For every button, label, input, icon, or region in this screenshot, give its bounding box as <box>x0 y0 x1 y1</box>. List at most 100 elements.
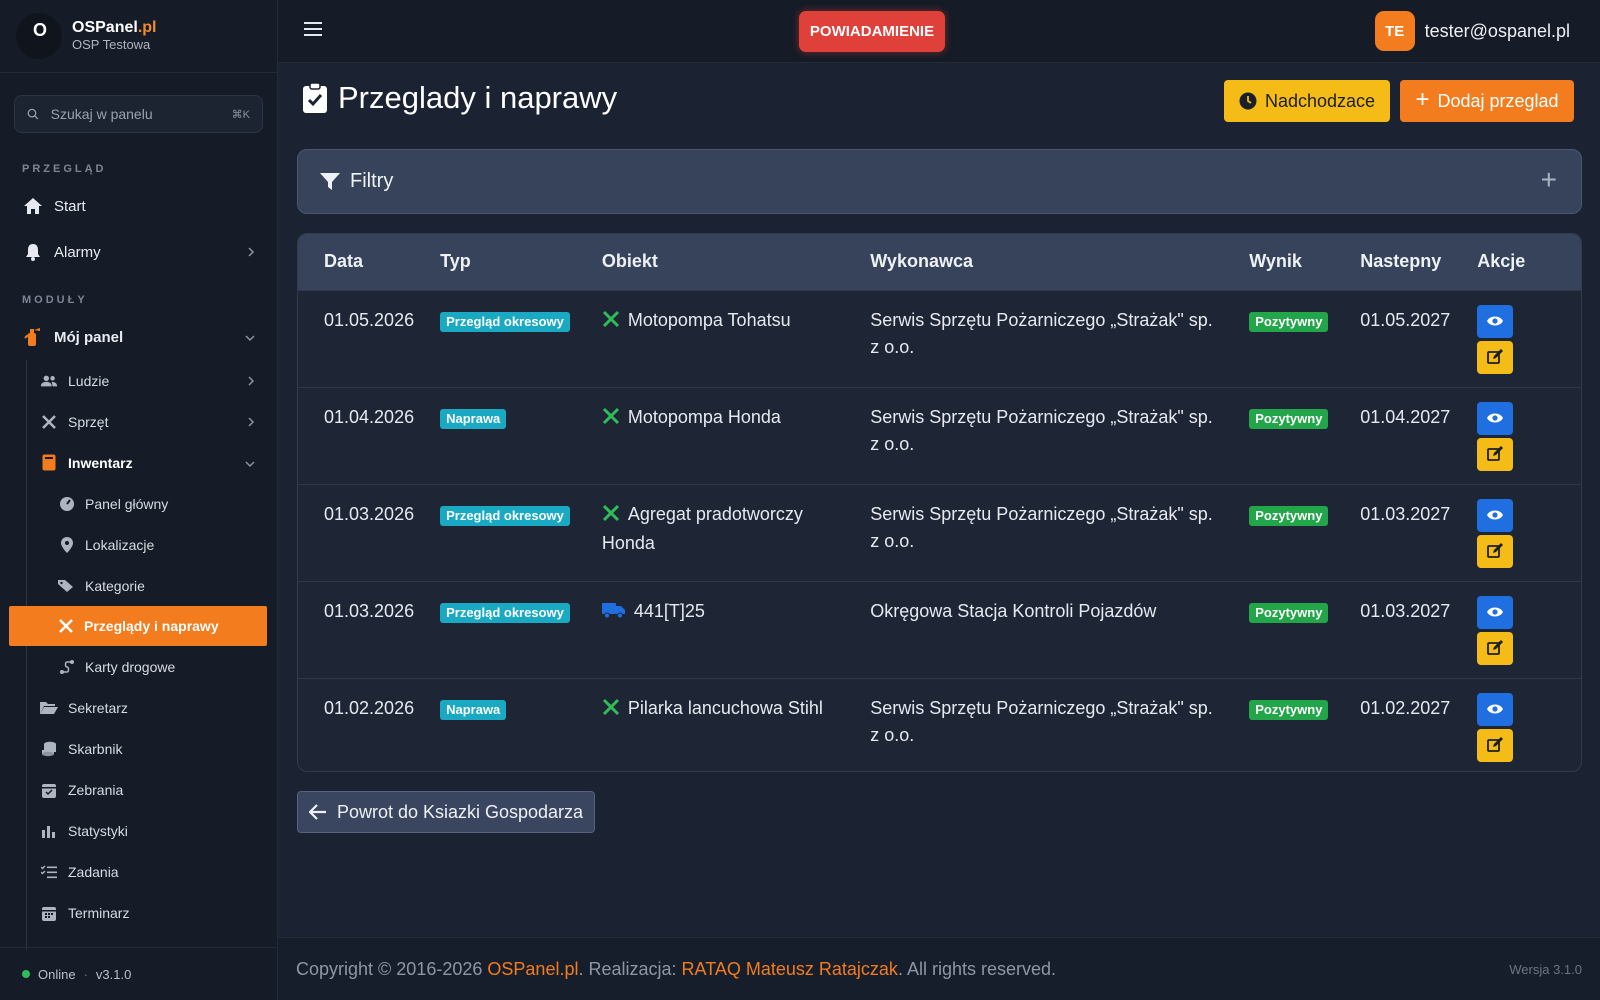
column-header-next[interactable]: Nastepny <box>1334 234 1451 290</box>
search-icon <box>27 108 39 120</box>
cell-object[interactable]: Motopompa Honda <box>576 387 844 484</box>
tools-icon <box>602 503 620 530</box>
sidebar-item-statistics[interactable]: Statystyki <box>0 810 277 851</box>
cell-object[interactable]: Motopompa Tohatsu <box>576 290 844 387</box>
brand-link[interactable]: OSPanel.pl <box>487 959 578 980</box>
column-header-result[interactable]: Wynik <box>1223 234 1334 290</box>
object-name: Pilarka lancuchowa Stihl <box>627 697 823 718</box>
cell-result: Pozytywny <box>1223 290 1334 387</box>
sidebar-item-meetings[interactable]: Zebrania <box>0 769 277 810</box>
upcoming-button[interactable]: Nadchodzace <box>1224 80 1390 122</box>
arrow-left-icon <box>308 804 326 820</box>
edit-button[interactable] <box>1477 534 1514 568</box>
tools-icon <box>602 697 620 724</box>
sidebar-item-equipment[interactable]: Sprzęt <box>0 401 277 442</box>
column-header-object[interactable]: Obiekt <box>576 234 844 290</box>
book-icon <box>40 454 58 471</box>
view-button[interactable] <box>1477 498 1514 532</box>
avatar: TE <box>1374 11 1415 51</box>
edit-button[interactable] <box>1477 728 1514 762</box>
sidebar-item-treasurer[interactable]: Skarbnik <box>0 728 277 769</box>
sidebar-item-label: Zebrania <box>68 781 124 798</box>
edit-button[interactable] <box>1477 631 1514 665</box>
cell-type: Naprawa <box>414 387 576 484</box>
view-button[interactable] <box>1477 304 1514 338</box>
search-box[interactable]: ⌘K <box>14 95 263 133</box>
view-button[interactable] <box>1477 692 1514 726</box>
search-input[interactable] <box>50 106 232 122</box>
sidebar-item-inventory[interactable]: Inwentarz <box>0 442 277 483</box>
sidebar-status: Online · v3.1.0 <box>0 947 278 1000</box>
column-header-type[interactable]: Typ <box>414 234 576 290</box>
cell-actions <box>1451 290 1581 387</box>
cell-result: Pozytywny <box>1223 484 1334 581</box>
realization-text: . Realizacja: <box>578 958 677 979</box>
cell-date: 01.04.2026 <box>324 406 415 427</box>
sidebar-item-my-panel[interactable]: Mój panel <box>0 314 277 360</box>
sidebar-item-alarms[interactable]: Alarmy <box>0 229 277 275</box>
result-badge: Pozytywny <box>1249 602 1329 623</box>
sidebar-item-label: Panel główny <box>85 495 169 512</box>
cell-actions <box>1451 387 1581 484</box>
calendar-icon <box>40 905 58 921</box>
sidebar-item-locations[interactable]: Lokalizacje <box>0 524 277 565</box>
column-header-contractor[interactable]: Wykonawca <box>844 234 1223 290</box>
sidebar-item-people[interactable]: Ludzie <box>0 360 277 401</box>
cell-result: Pozytywny <box>1223 678 1334 771</box>
sidebar-item-secretary[interactable]: Sekretarz <box>0 687 277 728</box>
sidebar-item-route-cards[interactable]: Karty drogowe <box>0 646 277 687</box>
author-link[interactable]: RATAQ Mateusz Ratajczak <box>682 959 898 980</box>
object-name: Motopompa Honda <box>627 406 781 427</box>
coins-icon <box>40 741 58 757</box>
copyright-text: Copyright © 2016-2026 <box>296 958 483 979</box>
rights-text: . All rights reserved. <box>897 958 1056 979</box>
cell-date: 01.02.2026 <box>324 697 415 718</box>
cell-type: Przegląd okresowy <box>414 290 576 387</box>
eye-icon <box>1487 413 1504 423</box>
sidebar-item-schedule[interactable]: Terminarz <box>0 892 277 933</box>
view-button[interactable] <box>1477 595 1514 629</box>
add-inspection-button-label: Dodaj przeglad <box>1437 90 1559 111</box>
cell-object[interactable]: Agregat pradotworczy Honda <box>576 484 844 581</box>
notification-button[interactable]: POWIADAMIENIE <box>799 11 945 52</box>
edit-button[interactable] <box>1477 340 1514 374</box>
result-badge: Pozytywny <box>1249 505 1329 526</box>
sidebar-item-label: Karty drogowe <box>85 658 176 675</box>
menu-toggle-icon[interactable] <box>304 21 322 42</box>
add-inspection-button[interactable]: + Dodaj przeglad <box>1400 80 1574 122</box>
tools-icon <box>57 618 75 634</box>
cell-object[interactable]: 441[T]25 <box>576 581 844 678</box>
type-badge: Naprawa <box>440 408 507 429</box>
sidebar-item-categories[interactable]: Kategorie <box>0 565 277 606</box>
cell-contractor: Serwis Sprzętu Pożarniczego „Strażak" sp… <box>870 503 1213 551</box>
sidebar-item-label: Alarmy <box>54 243 101 261</box>
tags-icon <box>58 579 76 593</box>
back-button[interactable]: Powrot do Ksiazki Gospodarza <box>297 791 595 833</box>
footer: Copyright © 2016-2026 OSPanel.pl. Realiz… <box>278 937 1600 1000</box>
column-header-date[interactable]: Data <box>298 234 414 290</box>
filters-panel[interactable]: Filtry + <box>297 149 1582 214</box>
cell-result: Pozytywny <box>1223 387 1334 484</box>
eye-icon <box>1487 316 1504 326</box>
filters-label: Filtry <box>350 170 394 192</box>
brand[interactable]: O OSPanel.pl OSP Testowa <box>0 0 277 73</box>
user-menu[interactable]: TE tester@ospanel.pl <box>1374 11 1570 51</box>
cell-object[interactable]: Pilarka lancuchowa Stihl <box>576 678 844 771</box>
cell-next: 01.05.2027 <box>1360 309 1451 330</box>
sidebar-item-label: Statystyki <box>68 822 128 839</box>
page-title: Przeglady i naprawy <box>302 80 617 116</box>
section-modules-label: MODUŁY <box>22 294 88 306</box>
sidebar-item-label: Sprzęt <box>68 413 109 430</box>
edit-button[interactable] <box>1477 437 1514 471</box>
separator: · <box>83 966 88 982</box>
expand-icon[interactable]: + <box>1541 164 1557 196</box>
sidebar-item-tasks[interactable]: Zadania <box>0 851 277 892</box>
list-check-icon <box>40 865 58 879</box>
sidebar-item-main-panel[interactable]: Panel główny <box>0 483 277 524</box>
filter-icon <box>320 172 340 190</box>
sidebar-item-inspections[interactable]: Przeglądy i naprawy <box>9 606 267 646</box>
sidebar-item-start[interactable]: Start <box>0 183 277 229</box>
cell-next: 01.04.2027 <box>1360 406 1451 427</box>
upcoming-button-label: Nadchodzace <box>1264 90 1376 111</box>
view-button[interactable] <box>1477 401 1514 435</box>
